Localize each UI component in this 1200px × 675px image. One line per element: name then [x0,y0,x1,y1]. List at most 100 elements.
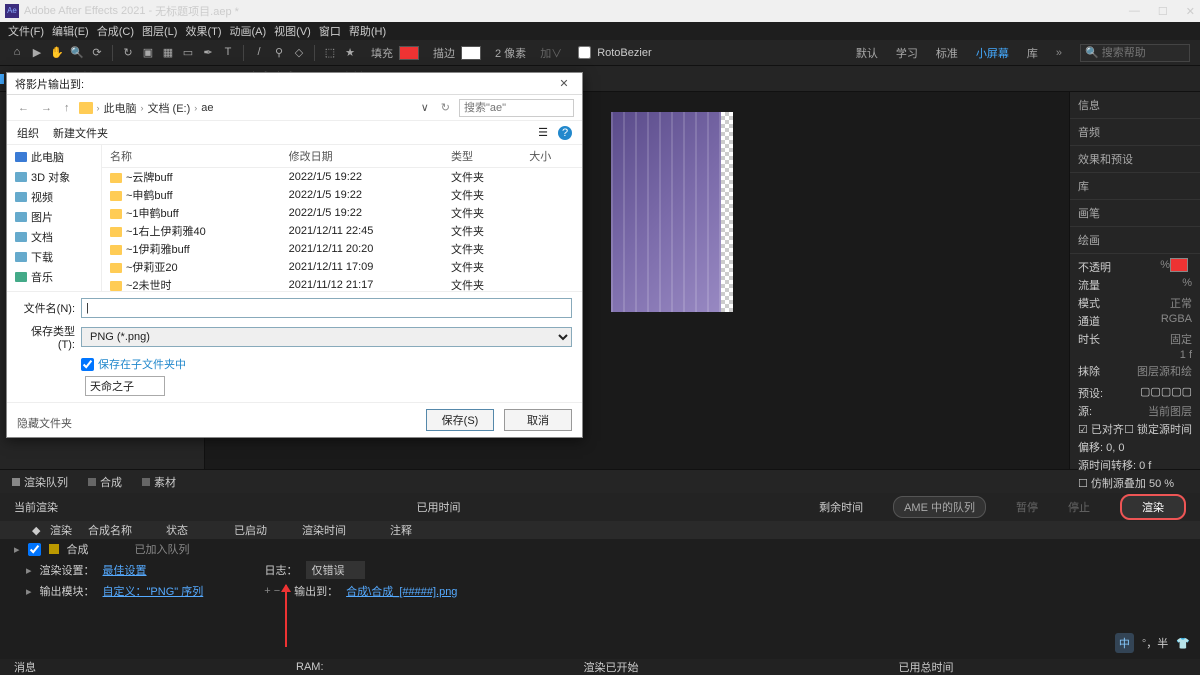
nav-up-button[interactable]: ↑ [61,102,73,114]
menu-item[interactable]: 视图(V) [274,23,311,39]
text-tool[interactable]: T [221,46,235,60]
dialog-search-input[interactable] [459,99,574,117]
help-button[interactable]: ? [558,126,572,140]
tree-item[interactable]: 此电脑 [7,147,101,167]
panel-绘画[interactable]: 绘画 [1070,227,1200,254]
help-search-input[interactable] [1080,44,1190,62]
hand-tool[interactable]: ✋ [50,46,64,60]
view-button[interactable]: ☰ [538,126,548,139]
log-select[interactable]: 仅错误 [306,561,365,579]
panel-音频[interactable]: 音频 [1070,119,1200,146]
ime-indicator: 中 °，半 👕 [1115,633,1190,653]
workspace-学习[interactable]: 学习 [896,45,918,61]
render-settings-link[interactable]: 最佳设置 [103,562,147,578]
output-module-link[interactable]: 自定义："PNG" 序列 [103,583,204,599]
ame-queue-button[interactable]: AME 中的队列 [893,496,986,518]
file-row[interactable]: ~申鹤buff2022/1/5 19:22文件夹 [102,186,582,204]
shape-tool[interactable]: ▭ [181,46,195,60]
puppet-tool[interactable]: ★ [343,46,357,60]
new-folder-button[interactable]: 新建文件夹 [53,125,108,141]
file-list[interactable]: 名称修改日期类型大小 ~云牌buff2022/1/5 19:22文件夹~申鹤bu… [102,145,582,291]
home-icon[interactable]: ⌂ [10,46,24,60]
filetype-select[interactable]: PNG (*.png) [81,327,572,347]
panel-效果和预设[interactable]: 效果和预设 [1070,146,1200,173]
tab-comp-timeline[interactable]: 合成 [88,474,122,490]
stop-button[interactable]: 停止 [1068,499,1090,515]
filetype-label: 保存类型(T): [17,323,75,351]
workspace-小屏幕[interactable]: 小屏幕 [976,45,1009,61]
menu-item[interactable]: 窗口 [319,23,341,39]
menu-item[interactable]: 效果(T) [185,23,221,39]
clone-tool[interactable]: ⚲ [272,46,286,60]
folder-tree[interactable]: 此电脑3D 对象视频图片文档下载音乐桌面游戏 (A:)本地磁盘 (C:)软件 (… [7,145,102,291]
subfolder-input[interactable] [85,376,165,396]
render-enable-check[interactable] [28,543,41,556]
panel-画笔[interactable]: 画笔 [1070,200,1200,227]
menu-item[interactable]: 合成(C) [97,23,134,39]
panel-信息[interactable]: 信息 [1070,92,1200,119]
title-bar: Ae Adobe After Effects 2021 - 无标题项目.aep … [0,0,1200,22]
menu-item[interactable]: 文件(F) [8,23,44,39]
subfolder-check[interactable] [81,358,94,371]
output-file-link[interactable]: 合成\合成_[#####].png [346,583,457,599]
breadcrumb[interactable]: › 此电脑› 文档 (E:)› ae [79,100,412,116]
menu-item[interactable]: 编辑(E) [52,23,89,39]
render-button[interactable]: 渲染 [1120,494,1186,520]
folder-icon [79,102,93,114]
panel-库[interactable]: 库 [1070,173,1200,200]
tab-footage-timeline[interactable]: 素材 [142,474,176,490]
file-row[interactable]: ~1右上伊莉雅402021/12/11 22:45文件夹 [102,222,582,240]
zoom-tool[interactable]: 🔍 [70,46,84,60]
pen-tool[interactable]: ✒ [201,46,215,60]
close-button[interactable]: ✕ [1186,5,1195,18]
refresh-button[interactable]: ↻ [438,101,453,114]
dialog-close-button[interactable]: ✕ [554,77,574,90]
rotate-tool[interactable]: ↻ [121,46,135,60]
menu-item[interactable]: 帮助(H) [349,23,386,39]
file-row[interactable]: ~云牌buff2022/1/5 19:22文件夹 [102,168,582,187]
tree-item[interactable]: 视频 [7,187,101,207]
minimize-button[interactable]: — [1129,5,1140,18]
menu-item[interactable]: 图层(L) [142,23,177,39]
nav-back-button[interactable]: ← [15,102,32,114]
workspace-库[interactable]: 库 [1027,45,1038,61]
workspace-默认[interactable]: 默认 [856,45,878,61]
eraser-tool[interactable]: ◇ [292,46,306,60]
preview-image [611,112,733,312]
orbit-tool[interactable]: ⟳ [90,46,104,60]
tree-item[interactable]: 下载 [7,247,101,267]
fill-swatch[interactable] [399,46,419,60]
tree-item[interactable]: 3D 对象 [7,167,101,187]
maximize-button[interactable]: ☐ [1158,5,1168,18]
pan-behind-tool[interactable]: ▦ [161,46,175,60]
stroke-width[interactable]: 2 像素 [495,45,526,61]
file-row[interactable]: ~伊莉亚202021/12/11 17:09文件夹 [102,258,582,276]
tree-item[interactable]: 音乐 [7,267,101,287]
filename-label: 文件名(N): [17,300,75,316]
organize-button[interactable]: 组织 [17,125,39,141]
file-row[interactable]: ~1伊莉雅buff2021/12/11 20:20文件夹 [102,240,582,258]
workspace-标准[interactable]: 标准 [936,45,958,61]
cancel-button[interactable]: 取消 [504,409,572,431]
file-row[interactable]: ~1申鹤buff2022/1/5 19:22文件夹 [102,204,582,222]
tree-item[interactable]: 图片 [7,207,101,227]
brush-tool[interactable]: / [252,46,266,60]
hide-folders-link[interactable]: 隐藏文件夹 [17,415,72,431]
filename-input[interactable] [81,298,572,318]
nav-forward-button[interactable]: → [38,102,55,114]
tree-item[interactable]: 文档 [7,227,101,247]
app-logo: Ae [5,4,19,18]
stroke-swatch[interactable] [461,46,481,60]
selection-tool[interactable]: ▶ [30,46,44,60]
save-button[interactable]: 保存(S) [426,409,494,431]
rotobezier-check[interactable] [578,46,591,59]
file-row[interactable]: ~2未世时2021/11/12 21:17文件夹 [102,276,582,291]
remaining-label: 剩余时间 [819,499,863,515]
roto-tool[interactable]: ⬚ [323,46,337,60]
pause-button[interactable]: 暂停 [1016,499,1038,515]
menu-item[interactable]: 动画(A) [230,23,267,39]
subfolder-label: 保存在子文件夹中 [98,356,186,372]
tab-render-queue[interactable]: 渲染队列 [12,474,68,490]
camera-tool[interactable]: ▣ [141,46,155,60]
right-panels: 信息音频效果和预设库画笔绘画不透明% 流量%模式正常通道RGBA时长固定1 f抹… [1069,92,1200,469]
